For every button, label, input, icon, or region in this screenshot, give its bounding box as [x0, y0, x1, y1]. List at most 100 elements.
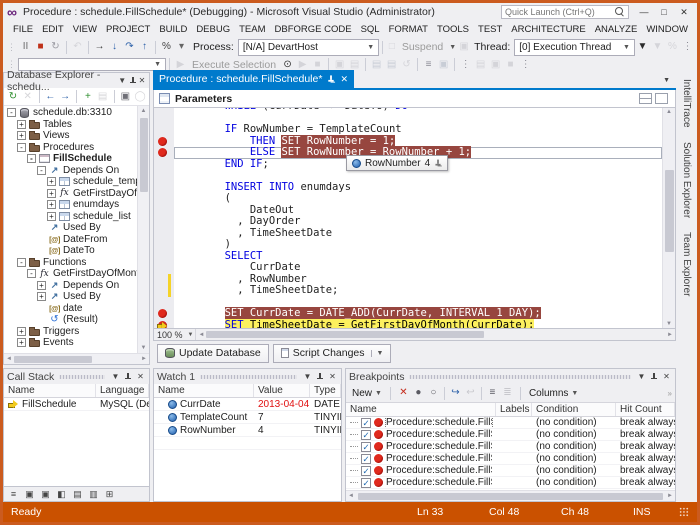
goto-source-icon[interactable]: ↪ [448, 386, 463, 400]
edit-connection-icon[interactable]: ▤ [96, 90, 110, 104]
zoom-level-select[interactable]: 100 % [154, 330, 186, 340]
refresh-icon[interactable]: ↻ [6, 90, 20, 104]
dock-output-icon[interactable]: ⊞ [103, 488, 116, 501]
tree-item-tables[interactable]: + Tables [4, 119, 137, 131]
editor-horizontal-scrollbar[interactable]: ◄ ► [195, 329, 675, 340]
step-list-icon[interactable]: ▤ [369, 58, 384, 72]
breakpoint-icon[interactable] [158, 148, 167, 157]
expander-icon[interactable]: + [17, 131, 26, 141]
breakpoint-margin[interactable] [154, 147, 174, 159]
step-over-icon[interactable]: ↷ [122, 40, 137, 54]
side-tab-intellitrace[interactable]: IntelliTrace [680, 74, 693, 133]
watch-row-empty[interactable] [154, 437, 341, 450]
close-button[interactable]: ✕ [675, 5, 693, 19]
attach-icon[interactable]: ▶ [173, 58, 188, 72]
tree-item-date[interactable]: [@] date [4, 303, 137, 315]
expander-icon[interactable]: - [27, 269, 36, 279]
overflow-chevron-icon[interactable]: ▾ [174, 40, 189, 54]
column-header-name[interactable]: Name [4, 384, 96, 397]
column-header-hit-count[interactable]: Hit Count [616, 403, 675, 416]
expander-icon[interactable]: - [17, 257, 26, 267]
script-changes-button[interactable]: Script Changes ▼ [272, 343, 392, 363]
scroll-thumb[interactable] [665, 170, 674, 252]
column-header-value[interactable]: Value [254, 384, 310, 397]
breakpoint-margin[interactable] [154, 216, 174, 228]
scroll-down-icon[interactable]: ▼ [141, 343, 147, 353]
expander-icon[interactable]: + [47, 200, 56, 210]
window-position-chevron-icon[interactable]: ▼ [110, 372, 121, 381]
breakpoint-checkbox[interactable]: ✓ [361, 417, 371, 428]
suspend-right-icon[interactable]: ▣ [458, 40, 470, 54]
expander-icon[interactable]: - [7, 108, 16, 118]
tree-item-procedures[interactable]: - Procedures [4, 142, 137, 154]
tree-item-schedule-list[interactable]: + schedule_list [4, 211, 137, 223]
breakpoint-margin[interactable] [154, 158, 174, 170]
breakpoint-margin[interactable] [154, 181, 174, 193]
dock-breakpoints-icon[interactable]: ▣ [23, 488, 36, 501]
scroll-down-icon[interactable]: ▼ [663, 321, 675, 327]
forward-icon[interactable]: → [58, 90, 72, 104]
stop-debugging-icon[interactable]: ■ [33, 40, 48, 54]
breakpoint-margin[interactable] [154, 124, 174, 136]
tree-item-functions[interactable]: - Functions [4, 257, 137, 269]
tree-item-getfirstdayof[interactable]: + fx GetFirstDayOf [4, 188, 137, 200]
datatip[interactable]: RowNumber 4 [346, 155, 449, 171]
tree-item-datefrom[interactable]: [@] DateFrom [4, 234, 137, 246]
tree-item-depends-on[interactable]: + ↗ Depends On [4, 280, 137, 292]
zoom-chevron-icon[interactable]: ▼ [188, 332, 194, 338]
columns-button[interactable]: Columns ▼ [526, 388, 581, 399]
menu-team[interactable]: TEAM [235, 23, 269, 36]
scroll-thumb-h[interactable] [206, 331, 485, 338]
toggle-all-breakpoints-icon[interactable]: ○ [426, 386, 441, 400]
window-position-chevron-icon[interactable]: ▼ [302, 372, 313, 381]
close-icon[interactable]: ✕ [340, 74, 348, 85]
pin-icon[interactable] [328, 75, 335, 84]
column-header-language[interactable]: Language [96, 384, 149, 397]
history-icon[interactable]: ↺ [399, 58, 414, 72]
outline-icon[interactable]: ⋮ [458, 58, 473, 72]
scroll-right-icon[interactable]: ► [665, 493, 675, 499]
menu-build[interactable]: BUILD [155, 23, 191, 36]
breakpoints-horizontal-scrollbar[interactable]: ◄ ► [346, 490, 675, 501]
menu-sql[interactable]: SQL [357, 23, 384, 36]
dock-immediate-icon[interactable]: ◧ [55, 488, 68, 501]
split-view-icon[interactable] [639, 93, 652, 104]
new-connection-icon[interactable]: + [81, 90, 95, 104]
scroll-up-icon[interactable]: ▲ [141, 106, 147, 116]
toolbar-overflow-icon[interactable]: » [668, 389, 672, 398]
tree-item-depends-on[interactable]: - ↗ Depends On [4, 165, 137, 177]
list-members-icon[interactable]: ≡ [421, 58, 436, 72]
watch-row[interactable]: CurrDate 2013-04-04 DATE [154, 398, 341, 411]
restart-icon[interactable]: ↻ [48, 40, 63, 54]
tree-item-schedule-db-3310[interactable]: - schedule.db:3310 [4, 107, 137, 119]
scroll-thumb-h[interactable] [14, 355, 92, 363]
watch-row[interactable]: RowNumber 4 TINYINT [154, 424, 341, 437]
overflow-grip2-icon[interactable]: ⋮ [518, 58, 533, 72]
minimize-button[interactable]: — [635, 5, 653, 19]
menu-dbforge-code[interactable]: DBFORGE CODE [271, 23, 356, 36]
resize-grip-icon[interactable] [679, 507, 689, 517]
delete-all-breakpoints-icon[interactable]: ● [411, 386, 426, 400]
expander-icon[interactable]: - [27, 154, 36, 164]
duplicate-icon[interactable]: ▣ [118, 90, 132, 104]
dock-autos-icon[interactable]: ▥ [87, 488, 100, 501]
column-header-name[interactable]: Name [154, 384, 254, 397]
breakpoint-margin[interactable] [154, 135, 174, 147]
tree-item-enumdays[interactable]: + enumdays [4, 199, 137, 211]
menu-tools[interactable]: TOOLS [433, 23, 473, 36]
pin-icon[interactable] [316, 372, 324, 382]
dock-command-icon[interactable]: ▣ [39, 488, 52, 501]
datatip-pin-icon[interactable] [435, 159, 442, 168]
process-combo[interactable]: [N/A] DevartHost ▼ [237, 38, 380, 56]
step-into-icon[interactable]: ↓ [107, 40, 122, 54]
close-icon[interactable]: ✕ [661, 372, 672, 381]
breakpoint-margin[interactable] [154, 262, 174, 274]
breakpoint-row[interactable]: ✓ Procedure:schedule.FillSchedule((no con… [346, 465, 675, 477]
tree-item-used-by[interactable]: ↗ Used By [4, 222, 137, 234]
breakpoint-margin[interactable] [154, 285, 174, 297]
menu-window[interactable]: WINDOW [642, 23, 692, 36]
menu-format[interactable]: FORMAT [385, 23, 432, 36]
column-header-condition[interactable]: Condition [532, 403, 616, 416]
tree-item-used-by[interactable]: + ↗ Used By [4, 291, 137, 303]
breakpoint-checkbox[interactable]: ✓ [361, 429, 371, 440]
